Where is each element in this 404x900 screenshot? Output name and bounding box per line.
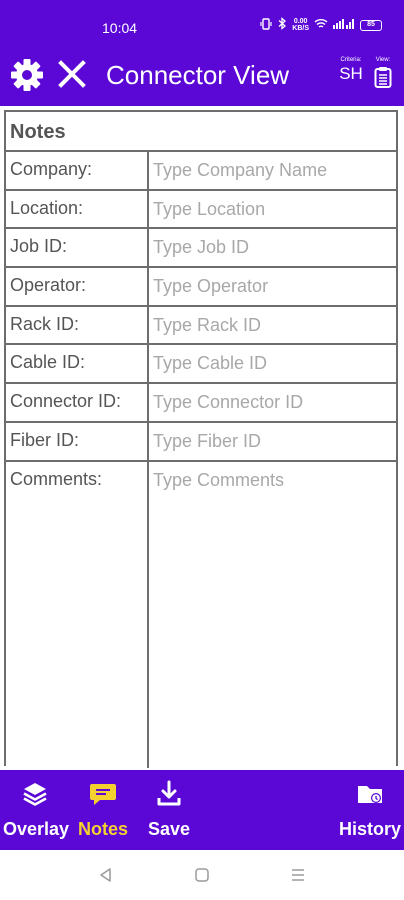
location-label: Location:: [6, 190, 149, 228]
status-time: 10:04: [102, 20, 138, 36]
notes-table: Notes Company: Location: Job ID: Operato…: [4, 110, 398, 768]
operator-row: Operator:: [6, 268, 396, 307]
operator-label: Operator:: [6, 268, 149, 305]
cable-id-label: Cable ID:: [6, 345, 149, 383]
signal-icon: [333, 18, 355, 32]
bottom-nav: Overlay Notes Save History: [0, 770, 404, 850]
page-title: Connector View: [106, 60, 290, 90]
connector-id-label: Connector ID:: [6, 384, 149, 421]
system-nav-bar: [0, 850, 404, 900]
cable-id-row: Cable ID:: [6, 345, 396, 385]
comments-input[interactable]: [149, 461, 396, 768]
job-id-input[interactable]: [149, 229, 396, 267]
battery-icon: 85: [360, 19, 382, 31]
view-label: View:: [375, 57, 391, 63]
connector-id-input[interactable]: [149, 384, 396, 421]
overlay-button[interactable]: Overlay: [3, 780, 70, 840]
criteria-value: SH: [339, 64, 363, 83]
notes-header: Notes: [6, 112, 396, 152]
fiber-id-input[interactable]: [149, 422, 396, 460]
folder-history-icon: [358, 786, 382, 803]
back-icon[interactable]: [98, 867, 114, 883]
job-id-row: Job ID:: [6, 229, 396, 269]
layers-icon: [23, 783, 47, 806]
recents-icon[interactable]: [290, 868, 306, 882]
comments-row: Comments:: [6, 461, 396, 768]
company-label: Company:: [6, 152, 149, 189]
close-icon[interactable]: [55, 57, 89, 91]
gear-icon[interactable]: [9, 57, 45, 93]
home-icon[interactable]: [194, 867, 210, 883]
connector-id-row: Connector ID:: [6, 384, 396, 423]
chat-notes-icon: [90, 784, 116, 805]
status-bar: 10:04 0.00 KB/S 85: [0, 0, 404, 42]
cable-id-input[interactable]: [149, 345, 396, 383]
rack-id-label: Rack ID:: [6, 306, 149, 344]
clipboard-icon: [374, 67, 392, 88]
rack-id-input[interactable]: [149, 306, 396, 344]
rack-id-row: Rack ID:: [6, 306, 396, 346]
download-icon: [157, 780, 181, 806]
status-icons: 0.00 KB/S 85: [260, 17, 382, 33]
company-row: Company:: [6, 152, 396, 191]
criteria-label: Criteria:: [340, 57, 362, 63]
comments-label: Comments:: [6, 461, 149, 768]
fiber-id-row: Fiber ID:: [6, 422, 396, 462]
save-label: Save: [147, 819, 191, 839]
history-label: History: [338, 819, 401, 839]
wifi-icon: [314, 18, 328, 32]
criteria-selector[interactable]: Criteria: SH: [336, 56, 366, 84]
notes-button[interactable]: Notes: [76, 780, 130, 840]
bluetooth-icon: [277, 17, 287, 33]
view-selector[interactable]: View:: [371, 56, 395, 93]
location-row: Location:: [6, 190, 396, 230]
job-id-label: Job ID:: [6, 229, 149, 267]
company-input[interactable]: [149, 152, 396, 189]
overlay-label: Overlay: [3, 819, 70, 839]
operator-input[interactable]: [149, 268, 396, 305]
save-button[interactable]: Save: [146, 780, 192, 840]
fiber-id-label: Fiber ID:: [6, 422, 149, 460]
location-input[interactable]: [149, 190, 396, 228]
history-button[interactable]: History: [338, 780, 402, 840]
app-bar: Connector View Criteria: SH View:: [0, 42, 404, 106]
notes-label: Notes: [77, 819, 128, 839]
network-speed: 0.00 KB/S: [292, 18, 309, 32]
vibrate-icon: [260, 17, 272, 33]
